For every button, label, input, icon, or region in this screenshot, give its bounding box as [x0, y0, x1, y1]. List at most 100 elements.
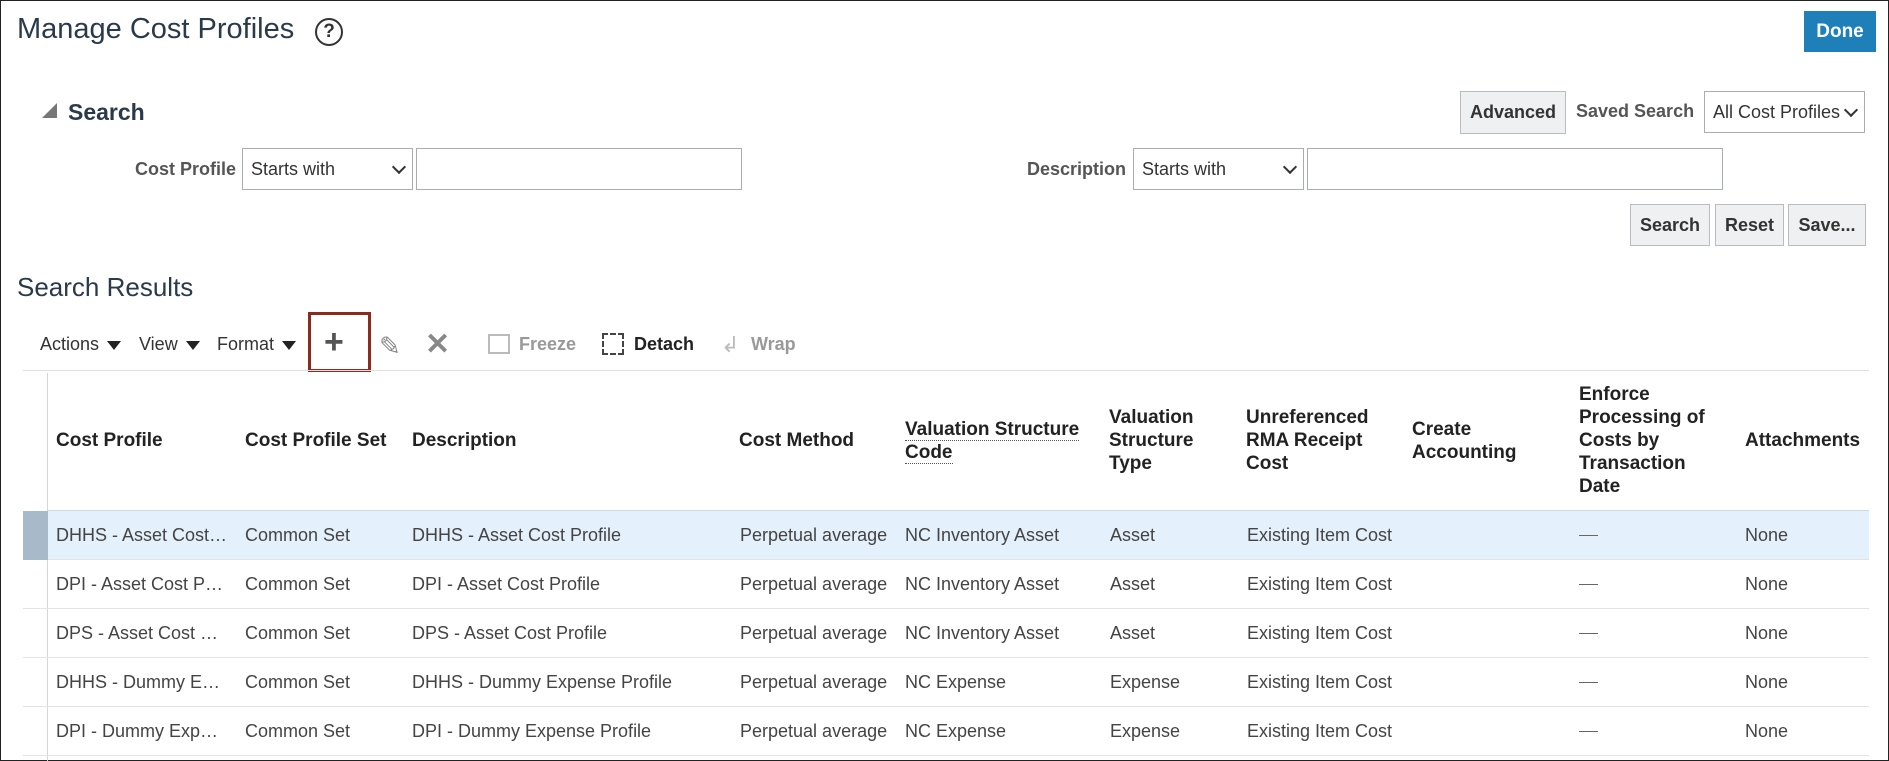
- unchecked-indicator-icon: [1579, 535, 1598, 536]
- add-icon[interactable]: +: [324, 325, 344, 359]
- table-row[interactable]: DPI - Dummy Expense Profile Common Set D…: [23, 707, 1869, 756]
- column-header-valuation-structure-code[interactable]: Valuation Structure Code: [905, 418, 1095, 464]
- table-row[interactable]: DHHS - Dummy Expense Profile Common Set …: [23, 658, 1869, 707]
- reset-button[interactable]: Reset: [1715, 204, 1784, 246]
- description-label: Description: [1027, 159, 1127, 179]
- column-header-cost-profile[interactable]: Cost Profile: [56, 429, 163, 452]
- edit-pencil-icon[interactable]: ✎: [379, 331, 401, 362]
- column-header-attachments[interactable]: Attachments: [1745, 429, 1860, 452]
- cell-cost-profile[interactable]: DPI - Dummy Expense Profile: [56, 721, 228, 742]
- cell-description: DHHS - Asset Cost Profile: [412, 525, 622, 545]
- cell-valuation-structure-code: NC Expense: [905, 721, 1007, 741]
- collapse-triangle-icon[interactable]: [42, 103, 57, 118]
- advanced-button[interactable]: Advanced: [1460, 91, 1566, 134]
- cell-unreferenced-rma: Existing Item Cost: [1247, 525, 1393, 545]
- table-row[interactable]: DHHS - Asset Cost Profile Common Set DHH…: [23, 511, 1869, 560]
- column-header-description[interactable]: Description: [412, 429, 517, 452]
- cost-profile-operator-select[interactable]: Starts with: [242, 148, 413, 190]
- saved-search-select[interactable]: All Cost Profiles: [1704, 91, 1865, 133]
- description-operator-select[interactable]: Starts with: [1133, 148, 1304, 190]
- view-menu-label: View: [139, 334, 178, 354]
- column-header-cost-profile-set[interactable]: Cost Profile Set: [245, 429, 386, 452]
- actions-menu-label: Actions: [40, 334, 100, 354]
- cell-cost-profile[interactable]: DHHS - Asset Cost Profile: [56, 525, 228, 546]
- save-search-button[interactable]: Save...: [1788, 204, 1866, 246]
- format-menu[interactable]: Format: [217, 334, 297, 355]
- cell-unreferenced-rma: Existing Item Cost: [1247, 672, 1393, 692]
- freeze-icon: [488, 334, 510, 354]
- cell-valuation-structure-type: Expense: [1110, 672, 1181, 692]
- search-section-heading[interactable]: Search: [68, 99, 145, 126]
- cell-attachments[interactable]: None: [1745, 574, 1788, 595]
- cell-unreferenced-rma: Existing Item Cost: [1247, 623, 1393, 643]
- cell-description: DPI - Dummy Expense Profile: [412, 721, 652, 741]
- table-row[interactable]: DPI - Asset Cost Profile Common Set DPI …: [23, 560, 1869, 609]
- cell-cost-profile-set: Common Set: [245, 623, 351, 643]
- cell-cost-profile[interactable]: DPS - Asset Cost Profile: [56, 623, 228, 644]
- cell-description: DHHS - Dummy Expense Profile: [412, 672, 673, 692]
- cell-cost-profile-set: Common Set: [245, 574, 351, 594]
- wrap-icon: ↲: [721, 332, 740, 357]
- unchecked-indicator-icon: [1579, 633, 1598, 634]
- cell-cost-profile[interactable]: DPI - Asset Cost Profile: [56, 574, 228, 595]
- delete-icon[interactable]: ✕: [425, 327, 450, 362]
- chevron-down-icon: [1843, 102, 1859, 118]
- cell-attachments[interactable]: None: [1745, 525, 1788, 546]
- actions-menu[interactable]: Actions: [40, 334, 122, 355]
- dropdown-arrow-icon: [185, 340, 200, 350]
- saved-search-value: All Cost Profiles: [1713, 102, 1841, 122]
- cell-cost-method: Perpetual average: [740, 672, 888, 692]
- dropdown-arrow-icon: [107, 340, 122, 350]
- detach-icon: [602, 333, 624, 355]
- cell-cost-profile-set: Common Set: [245, 672, 351, 692]
- cell-valuation-structure-type: Asset: [1110, 525, 1156, 545]
- column-header-enforce-processing[interactable]: Enforce Processing of Costs by Transacti…: [1579, 383, 1719, 498]
- column-header-cost-method[interactable]: Cost Method: [739, 429, 854, 452]
- search-results-title: Search Results: [17, 272, 194, 302]
- cell-valuation-structure-type: Asset: [1110, 623, 1156, 643]
- cell-cost-method: Perpetual average: [740, 623, 888, 643]
- column-header-valuation-structure-type[interactable]: Valuation Structure Type: [1109, 406, 1209, 475]
- chevron-down-icon: [1282, 159, 1298, 175]
- search-button[interactable]: Search: [1630, 204, 1710, 246]
- row-selection-marker: [23, 511, 48, 560]
- chevron-down-icon: [391, 159, 407, 175]
- column-header-label: Valuation Structure Code: [905, 419, 1080, 464]
- freeze-button[interactable]: Freeze: [519, 334, 576, 355]
- cell-description: DPS - Asset Cost Profile: [412, 623, 608, 643]
- cell-cost-method: Perpetual average: [740, 574, 888, 594]
- unchecked-indicator-icon: [1579, 682, 1598, 683]
- cell-valuation-structure-type: Expense: [1110, 721, 1181, 741]
- table-row[interactable]: DPS - Asset Cost Profile Common Set DPS …: [23, 609, 1869, 658]
- unchecked-indicator-icon: [1579, 584, 1598, 585]
- cell-cost-profile[interactable]: DHHS - Dummy Expense Profile: [56, 672, 228, 693]
- cell-valuation-structure-code: NC Inventory Asset: [905, 623, 1060, 643]
- cell-attachments[interactable]: None: [1745, 672, 1788, 693]
- cell-description: DPI - Asset Cost Profile: [412, 574, 601, 594]
- cell-cost-method: Perpetual average: [740, 525, 888, 545]
- wrap-button[interactable]: Wrap: [751, 334, 796, 355]
- cell-valuation-structure-code: NC Inventory Asset: [905, 525, 1060, 545]
- cell-attachments[interactable]: None: [1745, 721, 1788, 742]
- saved-search-label: Saved Search: [1576, 101, 1695, 121]
- cell-unreferenced-rma: Existing Item Cost: [1247, 721, 1393, 741]
- column-header-unreferenced-rma[interactable]: Unreferenced RMA Receipt Cost: [1246, 406, 1396, 475]
- format-menu-label: Format: [217, 334, 275, 354]
- cell-attachments[interactable]: None: [1745, 623, 1788, 644]
- detach-button[interactable]: Detach: [634, 334, 694, 355]
- unchecked-indicator-icon: [1579, 731, 1598, 732]
- done-button[interactable]: Done: [1804, 11, 1876, 52]
- cell-cost-profile-set: Common Set: [245, 525, 351, 545]
- description-input[interactable]: [1307, 148, 1723, 190]
- cell-cost-method: Perpetual average: [740, 721, 888, 741]
- column-header-create-accounting[interactable]: Create Accounting: [1412, 418, 1552, 464]
- cost-profile-operator-value: Starts with: [251, 159, 336, 179]
- view-menu[interactable]: View: [139, 334, 200, 355]
- help-icon[interactable]: ?: [315, 18, 343, 46]
- cost-profile-label: Cost Profile: [135, 159, 237, 179]
- cell-valuation-structure-code: NC Inventory Asset: [905, 574, 1060, 594]
- cell-cost-profile-set: Common Set: [245, 721, 351, 741]
- cell-valuation-structure-type: Asset: [1110, 574, 1156, 594]
- cell-valuation-structure-code: NC Expense: [905, 672, 1007, 692]
- cost-profile-input[interactable]: [416, 148, 742, 190]
